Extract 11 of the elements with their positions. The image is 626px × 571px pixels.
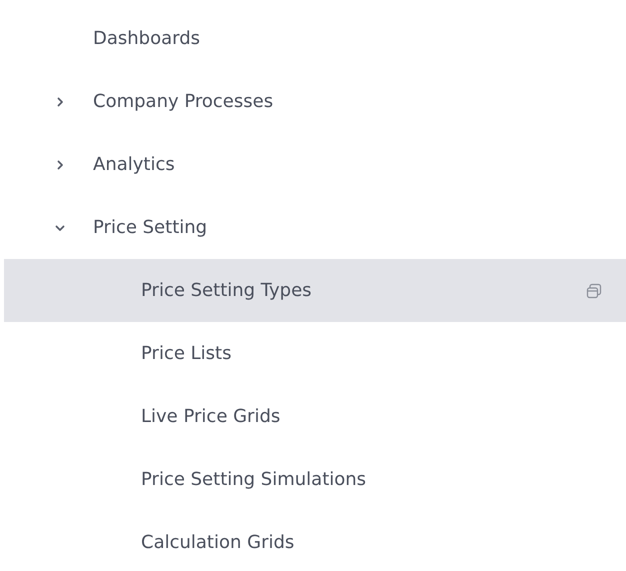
windows-icon[interactable] <box>586 282 602 298</box>
nav-subitem[interactable]: Calculation Grids <box>141 532 602 553</box>
nav-subitem[interactable]: Price Setting Types <box>141 280 586 301</box>
nav-subitem[interactable]: Price Setting Simulations <box>141 469 602 490</box>
nav-subitem[interactable]: Live Price Grids <box>141 406 602 427</box>
nav-item[interactable]: Company Processes <box>93 91 602 112</box>
nav-subitem[interactable]: Price Lists <box>141 343 602 364</box>
nav-item[interactable]: Price Setting <box>93 217 602 238</box>
nav-item[interactable]: Dashboards <box>93 28 602 49</box>
selected-nav-row[interactable]: Price Setting Types <box>4 259 626 322</box>
nav-item[interactable]: Analytics <box>93 154 602 175</box>
